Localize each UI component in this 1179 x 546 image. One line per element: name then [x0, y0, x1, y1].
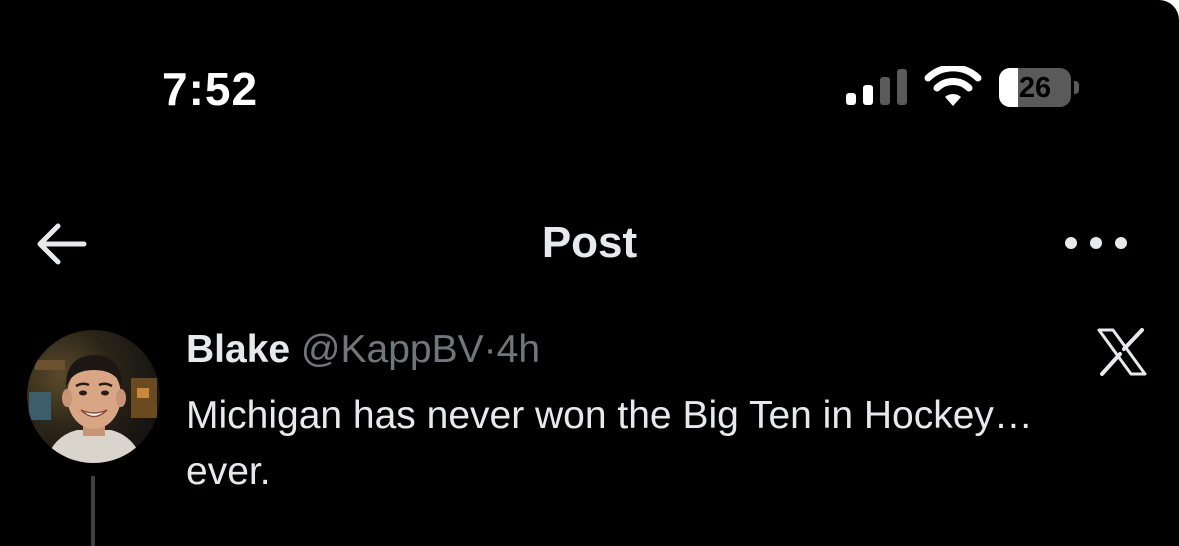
cellular-signal-icon: [846, 69, 907, 105]
post-header: Blake @KappBV·4h: [186, 328, 540, 372]
user-handle[interactable]: @KappBV: [301, 328, 484, 371]
separator-dot: ·: [483, 328, 497, 371]
battery-icon: 26: [999, 68, 1079, 108]
page-title: Post: [541, 218, 638, 267]
more-horizontal-icon[interactable]: [1062, 228, 1130, 258]
post-screen: 7:52 26 Post Blake @KappBV·4h Michigan h…: [0, 0, 1179, 546]
battery-level: 26: [1018, 72, 1052, 104]
post-text: Michigan has never won the Big Ten in Ho…: [186, 388, 1166, 500]
thread-connector-line: [91, 476, 95, 546]
user-avatar[interactable]: [27, 330, 160, 463]
battery-cap: [1074, 81, 1079, 94]
post-text-line: Michigan has never won the Big Ten in Ho…: [186, 394, 1033, 437]
post-timestamp[interactable]: 4h: [497, 328, 540, 371]
wifi-icon: [924, 66, 982, 106]
display-name[interactable]: Blake: [186, 328, 290, 371]
x-logo-icon: [1097, 328, 1147, 376]
post-text-line: ever.: [186, 450, 271, 493]
status-time: 7:52: [162, 63, 259, 115]
battery-body: 26: [999, 68, 1071, 107]
